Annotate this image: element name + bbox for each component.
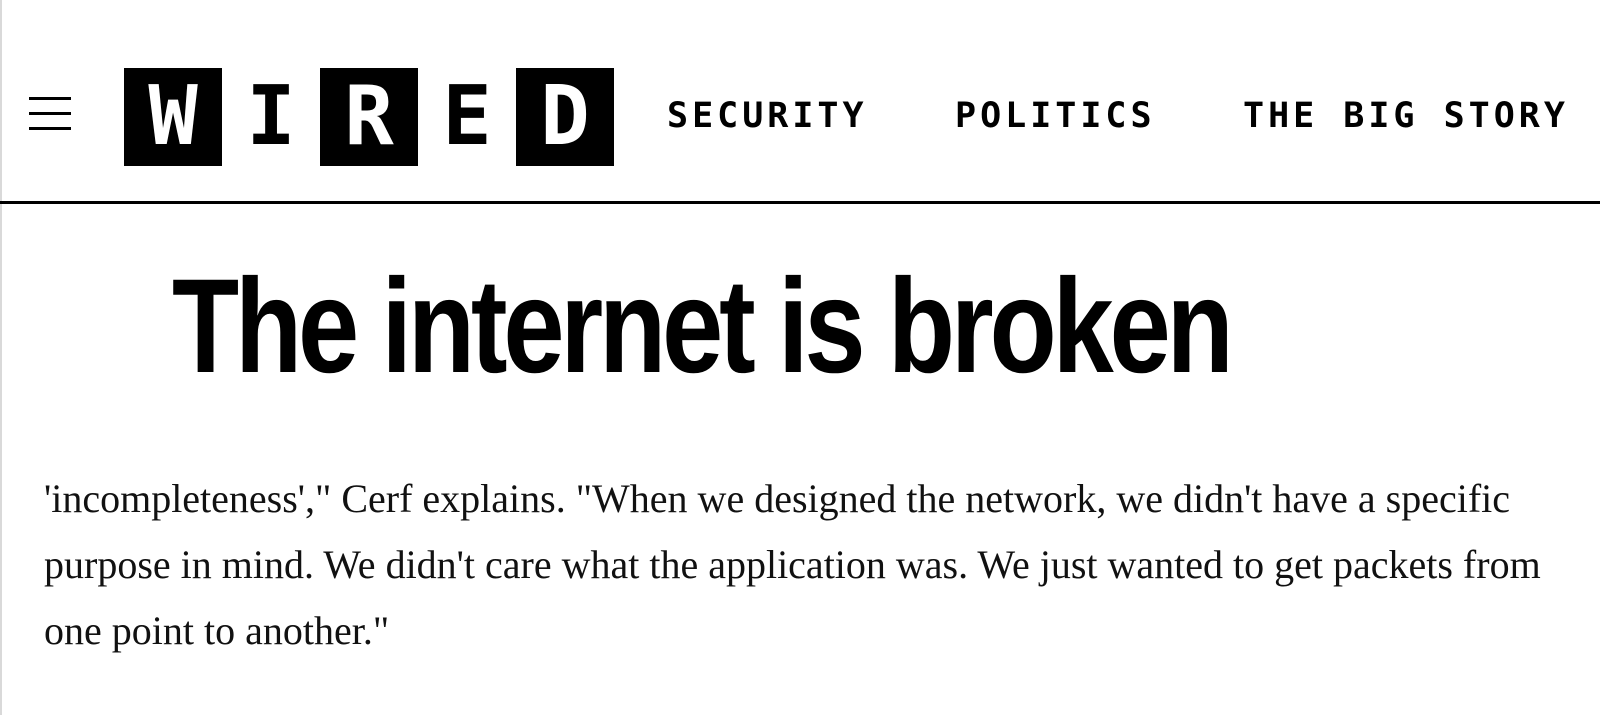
article-paragraph: 'incompleteness'," Cerf explains. "When … (44, 476, 1541, 653)
logo-letter-r: R (320, 68, 418, 166)
menu-line-top (29, 97, 71, 100)
menu-line-bottom (29, 127, 71, 130)
menu-line-middle (29, 112, 71, 115)
logo-letter-d: D (516, 68, 614, 166)
nav-item-security[interactable]: SECURITY (667, 94, 868, 138)
article-headline: The internet is broken (172, 252, 1234, 401)
nav-item-politics[interactable]: POLITICS (955, 94, 1156, 138)
logo-letter-w: W (124, 68, 222, 166)
hamburger-menu-icon[interactable] (26, 92, 74, 136)
logo-letter-e: E (418, 68, 516, 166)
logo-letter-i: I (222, 68, 320, 166)
wired-logo[interactable]: W I R E D (124, 68, 614, 166)
nav-item-the-big-story[interactable]: THE BIG STORY (1243, 94, 1569, 138)
site-header: W I R E D SECURITY POLITICS THE BIG STOR… (0, 0, 1600, 204)
